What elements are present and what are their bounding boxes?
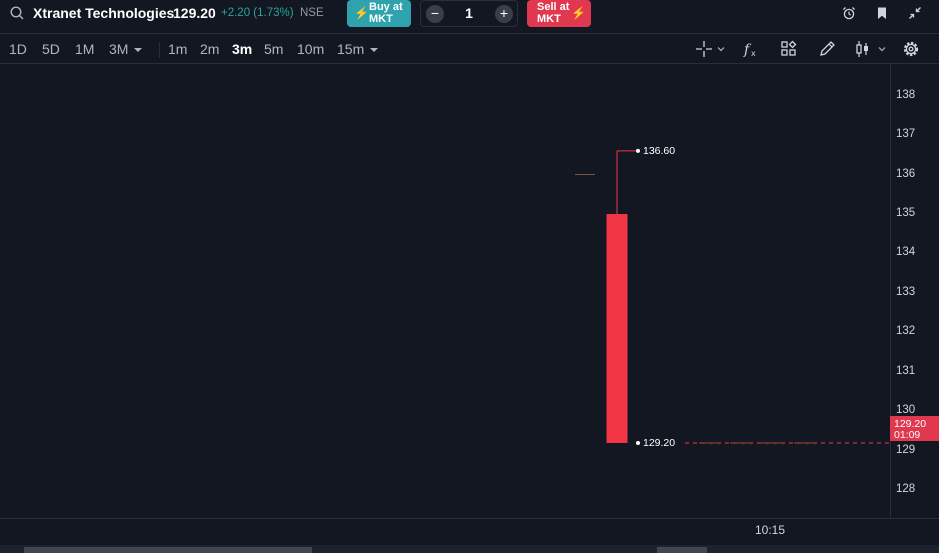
crosshair-icon[interactable] <box>695 40 725 58</box>
svg-text:x: x <box>751 49 756 58</box>
low-marker-dot <box>636 440 640 445</box>
toolbar-divider <box>159 42 160 58</box>
quantity-value[interactable]: 1 <box>459 5 479 21</box>
buy-market-button[interactable]: ⚡ Buy at MKT <box>347 0 411 27</box>
interval-15m-label: 15m <box>337 41 365 57</box>
price-tick: 137 <box>896 128 916 141</box>
current-price-tag: 129.20 01:09 <box>890 416 939 441</box>
chevron-down-icon <box>134 48 143 52</box>
candle-body <box>606 214 628 443</box>
bar-countdown: 01:09 <box>894 429 921 441</box>
price-change: +2.20 (1.73%) <box>221 7 294 19</box>
range-1d[interactable]: 1D <box>9 41 27 57</box>
scrollbar-thumb[interactable] <box>657 547 707 553</box>
search-icon[interactable] <box>10 6 24 20</box>
alarm-clock-icon[interactable] <box>842 6 856 20</box>
interval-3m[interactable]: 3m <box>232 41 252 57</box>
high-price-annotation: 136.60 <box>643 144 676 157</box>
bookmark-icon[interactable] <box>875 6 889 20</box>
lightning-icon: ⚡ <box>354 6 369 20</box>
interval-5m[interactable]: 5m <box>264 41 283 57</box>
candlestick-chart[interactable] <box>0 64 890 518</box>
scrollbar-thumb[interactable] <box>24 547 312 553</box>
price-tick: 133 <box>896 285 916 298</box>
drawing-pencil-icon[interactable] <box>818 40 836 58</box>
range-5d[interactable]: 5D <box>42 41 60 57</box>
templates-icon[interactable] <box>780 40 798 58</box>
price-tick: 128 <box>896 483 916 496</box>
price-tick: 134 <box>896 246 916 259</box>
buy-button-label: Buy at MKT <box>369 1 403 25</box>
interval-2m[interactable]: 2m <box>200 41 219 57</box>
chart-scrollbar[interactable] <box>0 545 939 553</box>
price-tick: 129 <box>896 443 916 456</box>
lightning-icon: ⚡ <box>571 6 586 20</box>
increase-quantity-button[interactable]: + <box>495 5 513 23</box>
last-price: 129.20 <box>173 5 216 21</box>
range-1m[interactable]: 1M <box>75 41 94 57</box>
quantity-stepper[interactable]: − 1 + <box>420 0 518 27</box>
range-3m-label: 3M <box>109 41 129 57</box>
indicators-fx-icon[interactable]: f x <box>742 40 760 58</box>
price-tick: 135 <box>896 207 916 220</box>
top-header: Xtranet Technologies 129.20 +2.20 (1.73%… <box>0 0 939 30</box>
chart-toolbar: 1D 5D 1M 3M 1m 2m 3m 5m 10m 15m f x <box>0 33 939 64</box>
interval-15m-dropdown[interactable]: 15m <box>337 41 379 57</box>
chevron-down-icon <box>370 48 379 52</box>
interval-1m[interactable]: 1m <box>168 41 187 57</box>
decrease-quantity-button[interactable]: − <box>426 5 444 23</box>
exchange-label: NSE <box>300 7 324 19</box>
collapse-icon[interactable] <box>908 6 922 20</box>
price-tick: 136 <box>896 167 916 180</box>
low-price-annotation: 129.20 <box>643 436 676 449</box>
time-tick: 10:15 <box>755 523 786 537</box>
interval-10m[interactable]: 10m <box>297 41 324 57</box>
candle-type-icon[interactable] <box>855 40 887 58</box>
high-marker-dot <box>636 148 640 153</box>
price-tick: 130 <box>896 404 916 417</box>
sell-button-label: Sell at MKT <box>537 1 570 25</box>
price-tick: 131 <box>896 364 916 377</box>
price-tick: 132 <box>896 325 916 338</box>
price-tick: 138 <box>896 88 916 101</box>
sell-market-button[interactable]: Sell at MKT ⚡ <box>527 0 591 27</box>
settings-gear-icon[interactable] <box>902 40 920 58</box>
time-axis[interactable] <box>0 518 939 544</box>
symbol-name[interactable]: Xtranet Technologies <box>33 5 174 21</box>
range-3m-dropdown[interactable]: 3M <box>109 41 143 57</box>
